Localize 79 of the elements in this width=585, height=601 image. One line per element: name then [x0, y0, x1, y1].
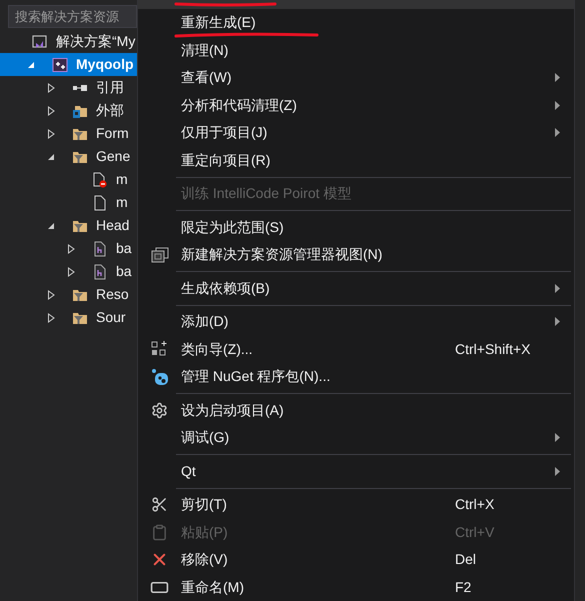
- menu-item[interactable]: 仅用于项目(J): [138, 119, 574, 146]
- menu-item-label: 清理(N): [181, 40, 230, 60]
- menu-item-label: 查看(W): [181, 68, 233, 88]
- menu-item[interactable]: 清理(N): [138, 36, 574, 64]
- menu-item-label: 分析和代码清理(Z): [181, 96, 298, 115]
- menu-item-label: 重定向项目(R): [181, 150, 272, 170]
- menu-item[interactable]: 管理 NuGet 程序包(N)...: [138, 363, 574, 390]
- menu-item-label: 生成依赖项(B): [181, 278, 271, 298]
- shortcut-label: Ctrl+X: [455, 495, 496, 514]
- tree-item[interactable]: 外部: [0, 99, 137, 122]
- project-icon: [52, 56, 68, 72]
- menu-item-label: 训练 IntelliCode Poirot 模型: [181, 184, 352, 204]
- menu-item-label: 移除(V): [181, 550, 229, 570]
- tree-item[interactable]: Form: [0, 122, 137, 145]
- menu-item[interactable]: 剪切(T) Ctrl+X: [138, 491, 574, 518]
- menu-item[interactable]: 添加(D): [138, 308, 574, 336]
- nuget-icon: [150, 368, 168, 386]
- menu-item-label: 类向导(Z)...: [181, 340, 254, 359]
- windows-icon: [150, 246, 168, 263]
- menu-item[interactable]: 重新生成(E): [138, 9, 574, 36]
- tree-item[interactable]: Reso: [0, 283, 137, 306]
- tree-item[interactable]: Sour: [0, 306, 137, 329]
- shortcut-label: Ctrl+V: [455, 522, 496, 542]
- shortcut-label: F2: [455, 578, 472, 597]
- tree-item[interactable]: Head: [0, 214, 137, 237]
- scissors-icon: [151, 496, 168, 514]
- settings-icon: [151, 402, 168, 419]
- menu-item[interactable]: 查看(W): [138, 64, 574, 92]
- collapsed-arrow-icon[interactable]: [46, 290, 56, 300]
- expanded-arrow-icon[interactable]: [46, 152, 56, 162]
- tree-item[interactable]: Gene: [0, 145, 137, 168]
- collapsed-arrow-icon[interactable]: [66, 244, 76, 254]
- menu-item[interactable]: 调试(G): [138, 424, 574, 452]
- menu-item-label: 重命名(M): [181, 578, 245, 597]
- file-error-icon: [92, 172, 108, 188]
- tree-item[interactable]: 解决方案“My: [0, 30, 137, 53]
- tree-item[interactable]: Myqoolp: [0, 53, 137, 76]
- menu-item[interactable]: 重命名(M) F2: [138, 574, 574, 601]
- tree-item[interactable]: m: [0, 168, 137, 191]
- menu-item[interactable]: 重定向项目(R): [138, 146, 574, 174]
- expanded-arrow-icon[interactable]: [46, 220, 56, 230]
- tree-item[interactable]: ba: [0, 237, 137, 260]
- menu-item[interactable]: 生成依赖项(B): [138, 274, 574, 302]
- header-file-icon: [92, 264, 108, 280]
- menu-item-label: 调试(G): [181, 428, 230, 448]
- collapsed-arrow-icon[interactable]: [46, 106, 56, 116]
- menu-item-label: 剪切(T): [181, 495, 228, 514]
- menu-item-label: 添加(D): [181, 312, 230, 332]
- menu-item-label: 设为启动项目(A): [181, 400, 285, 420]
- tree-item[interactable]: 引用: [0, 76, 137, 99]
- menu-item-label: 粘贴(P): [181, 522, 229, 542]
- clipboard-icon: [151, 524, 168, 541]
- menu-item[interactable]: 分析和代码清理(Z): [138, 92, 574, 119]
- menu-item[interactable]: 限定为此范围(S): [138, 214, 574, 241]
- tree-item[interactable]: ba: [0, 260, 137, 283]
- class-wizard-icon: [150, 340, 168, 358]
- search-field[interactable]: 搜索解决方案资源: [8, 5, 137, 28]
- menu-item-label: 管理 NuGet 程序包(N)...: [181, 367, 332, 386]
- shortcut-label: Del: [455, 550, 478, 570]
- collapsed-arrow-icon[interactable]: [46, 128, 56, 138]
- solution-icon: [32, 34, 48, 50]
- expanded-arrow-icon[interactable]: [26, 60, 36, 70]
- menu-item-label: 新建解决方案资源管理器视图(N): [181, 245, 384, 264]
- file-icon: [92, 194, 108, 210]
- menu-item-label: 仅用于项目(J): [181, 123, 268, 142]
- menu-item[interactable]: 新建解决方案资源管理器视图(N): [138, 241, 574, 268]
- menu-item-label: Qt: [181, 462, 197, 481]
- shortcut-label: Ctrl+Shift+X: [455, 340, 532, 359]
- collapsed-arrow-icon[interactable]: [66, 266, 76, 276]
- menu-item-label: 限定为此范围(S): [181, 218, 285, 237]
- menu-item[interactable]: 设为启动项目(A): [138, 396, 574, 424]
- menu-item[interactable]: 类向导(Z)... Ctrl+Shift+X: [138, 336, 574, 363]
- header-file-icon: [92, 240, 108, 256]
- menu-item[interactable]: Qt: [138, 458, 574, 485]
- collapsed-arrow-icon[interactable]: [46, 82, 56, 92]
- tree-item[interactable]: m: [0, 191, 137, 214]
- collapsed-arrow-icon[interactable]: [46, 312, 56, 322]
- menu-item-label: 重新生成(E): [181, 13, 257, 32]
- menu-item[interactable]: 移除(V) Del: [138, 546, 574, 574]
